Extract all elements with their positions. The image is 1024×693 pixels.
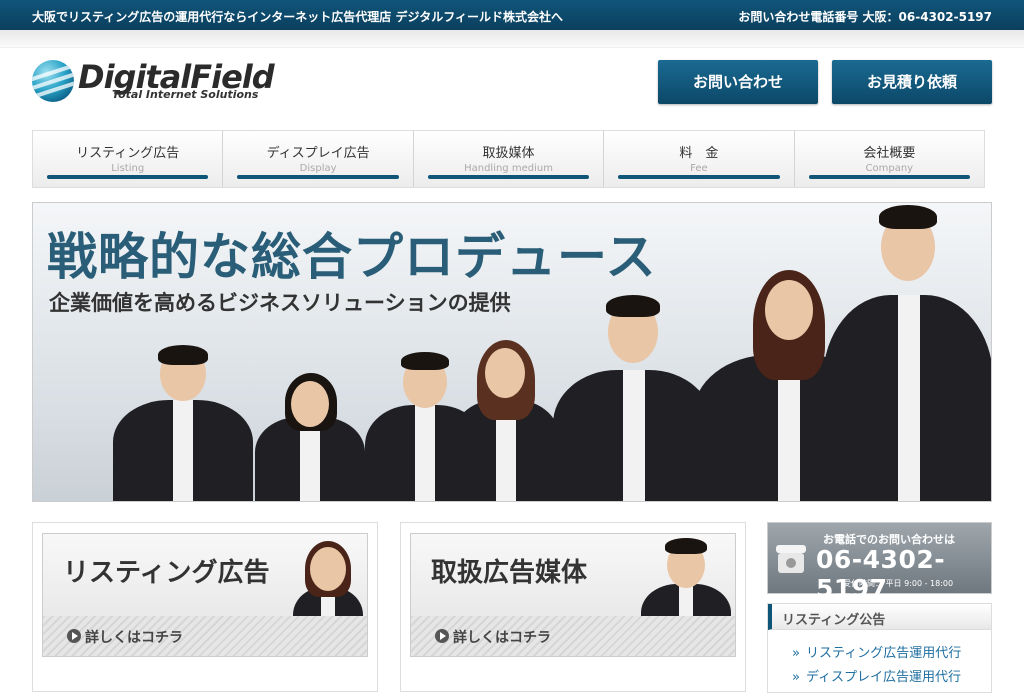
nav-underline xyxy=(618,175,780,179)
listing-card[interactable]: リスティング広告 詳しくはコチラ xyxy=(32,522,378,692)
nav-item-company[interactable]: 会社概要 Company xyxy=(795,131,984,187)
play-icon xyxy=(435,629,449,643)
nav-item-display[interactable]: ディスプレイ広告 Display xyxy=(223,131,414,187)
telephone-icon xyxy=(776,545,806,573)
nav-item-listing[interactable]: リスティング広告 Listing xyxy=(33,131,224,187)
nav-item-media[interactable]: 取扱媒体 Handling medium xyxy=(414,131,605,187)
hero-person xyxy=(553,295,713,501)
nav-underline xyxy=(808,175,971,179)
nav-label: 取扱媒体 xyxy=(482,146,535,161)
globe-icon xyxy=(32,60,74,102)
sidebar-link-display[interactable]: ディスプレイ広告運用代行 xyxy=(792,666,961,685)
nav-underline xyxy=(427,175,590,179)
estimate-button[interactable]: お見積り依頼 xyxy=(832,60,992,104)
business-hours: 受付時間： 平日 9:00 - 18:00 xyxy=(843,579,954,588)
media-card[interactable]: 取扱広告媒体 詳しくはコチラ xyxy=(400,522,746,692)
sidebar-link-listing[interactable]: リスティング広告運用代行 xyxy=(792,642,961,661)
phone-number: 06-4302-5197 xyxy=(816,545,946,603)
nav-underline xyxy=(237,175,399,179)
listing-banner[interactable]: リスティング広告 詳しくはコチラ xyxy=(42,533,368,657)
hero-person xyxy=(451,340,561,501)
media-more-link[interactable]: 詳しくはコチラ xyxy=(411,616,735,656)
site-logo[interactable]: DigitalField Total Internet Solutions xyxy=(32,58,292,104)
hero-person xyxy=(113,345,253,501)
hero-banner: 戦略的な総合プロデュース 企業価値を高めるビジネスソリューションの提供 xyxy=(32,202,992,502)
media-banner[interactable]: 取扱広告媒体 詳しくはコチラ xyxy=(410,533,736,657)
hero-person xyxy=(255,373,365,501)
contact-button[interactable]: お問い合わせ xyxy=(658,60,818,104)
nav-label: リスティング広告 xyxy=(76,146,180,161)
sidebar-listing-section: リスティング公告 リスティング広告運用代行 ディスプレイ広告運用代行 xyxy=(767,603,992,693)
top-bar: 大阪でリスティング広告の運用代行ならインターネット広告代理店 デジタルフィールド… xyxy=(0,0,1024,30)
nav-label: 会社概要 xyxy=(863,146,916,161)
sidebar-section-title: リスティング公告 xyxy=(768,604,991,630)
media-card-title: 取扱広告媒体 xyxy=(431,558,588,588)
main-nav: リスティング広告 Listing ディスプレイ広告 Display 取扱媒体 H… xyxy=(32,130,985,188)
site-tagline: 大阪でリスティング広告の運用代行ならインターネット広告代理店 デジタルフィールド… xyxy=(32,10,563,24)
more-label: 詳しくはコチラ xyxy=(453,630,551,646)
more-label: 詳しくはコチラ xyxy=(85,630,183,646)
nav-label: ディスプレイ広告 xyxy=(266,146,370,161)
listing-more-link[interactable]: 詳しくはコチラ xyxy=(43,616,367,656)
nav-item-fee[interactable]: 料 金 Fee xyxy=(604,131,795,187)
top-bar-shadow xyxy=(0,30,1024,48)
hero-person xyxy=(823,205,991,501)
listing-card-title: リスティング広告 xyxy=(63,558,270,588)
logo-tagline: Total Internet Solutions xyxy=(112,88,259,101)
nav-underline xyxy=(47,175,209,179)
phone-contact-banner[interactable]: お電話でのお問い合わせは 06-4302-5197 受付時間： 平日 9:00 … xyxy=(767,522,992,603)
nav-label: 料 金 xyxy=(679,146,719,161)
hero-headline: 戦略的な総合プロデュース xyxy=(47,228,657,286)
hero-subheadline: 企業価値を高めるビジネスソリューションの提供 xyxy=(49,291,511,315)
play-icon xyxy=(67,629,81,643)
header-phone: お問い合わせ電話番号 大阪：06-4302-5197 xyxy=(738,10,992,24)
